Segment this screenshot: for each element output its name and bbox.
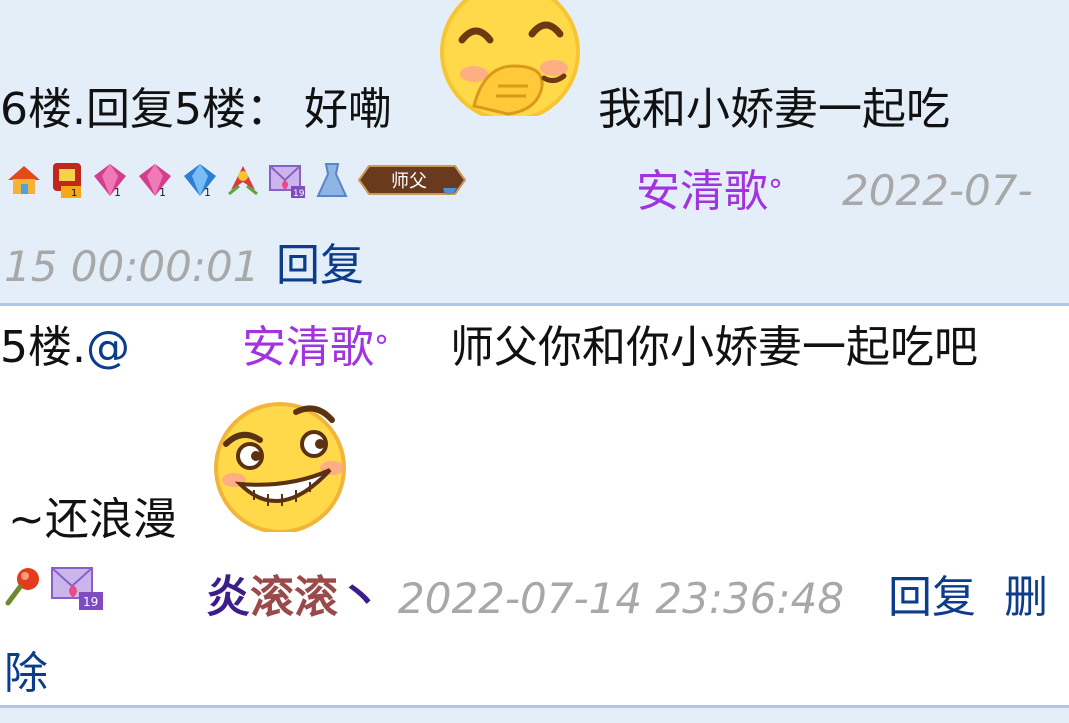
post-floor-6: 6楼.回复5楼： 好嘞 我和小娇妻一起吃 1 1 1 1 19 师父 安清歌° … [0,0,1069,306]
post-6-text-line: 6楼.回复5楼： 好嘞 [0,84,392,136]
post-floor-5: 5楼.@ 安清歌° 师父你和你小娇妻一起吃吧 ~还浪漫 19 炎滚滚丶 2022… [0,306,1069,708]
post-timestamp-part1: 2022-07- [842,166,1033,215]
floor-label: 6楼. [0,84,86,135]
floor-label: 5楼. [0,322,86,373]
home-icon [8,166,40,194]
ribbon-icon [228,166,259,196]
username[interactable]: 安清歌 [636,166,768,217]
username-link[interactable]: 安清歌° [636,166,783,218]
post-floor-next [0,708,1069,723]
username-part2[interactable]: 滚滚 [250,572,338,623]
master-badge-text: 师父 [391,171,427,192]
svg-text:19: 19 [293,189,305,199]
pin-icon [5,568,39,606]
post-text: 好嘞 [303,84,392,135]
dress-icon [316,163,348,197]
post-text-after-emoji: 我和小娇妻一起吃 [598,84,950,135]
username-part1[interactable]: 炎 [206,572,250,623]
mention-user-link[interactable]: 安清歌° [242,322,389,374]
username-suffix: ° [768,174,783,209]
post-timestamp-part2: 15 00:00:01 [4,242,260,291]
reply-link[interactable]: 回复 [888,572,976,624]
svg-text:1: 1 [159,186,166,199]
svg-text:1: 1 [204,186,211,199]
reply-link[interactable]: 回复 [276,240,364,292]
cover-mouth-smile-emoji [436,0,588,116]
post-5-text-line1: 5楼.@ [0,322,130,374]
heart-envelope-icon: 19 [268,165,305,199]
delete-link-part1[interactable]: 删 [1004,572,1048,624]
mention-username[interactable]: 安清歌 [242,322,374,373]
username-part3[interactable]: 丶 [338,572,382,623]
gem-level-icon: 1 [184,164,217,199]
svg-text:1: 1 [71,188,77,199]
mention-at[interactable]: @ [86,322,130,373]
username-link[interactable]: 炎滚滚丶 [206,572,382,624]
reply-prefix: 回复5楼： [85,84,290,135]
gem-level-icon: 1 [94,164,127,199]
master-badge-icon: 师父 [357,165,466,195]
svg-text:1: 1 [114,186,121,199]
post-text: 师父你和你小娇妻一起吃吧 [450,322,978,373]
medal-icon: 1 [53,163,82,199]
post-text-line2: ~还浪漫 [8,494,177,545]
user-medals: 19 [4,562,107,610]
mention-suffix: ° [374,330,389,365]
svg-text:19: 19 [83,595,98,609]
heart-envelope-icon: 19 [51,567,104,610]
user-medals: 1 1 1 1 19 师父 [4,160,467,208]
smug-grin-emoji [204,396,356,532]
post-timestamp: 2022-07-14 23:36:48 [398,574,845,623]
delete-link-part2[interactable]: 除 [4,648,48,700]
gem-level-icon: 1 [139,164,172,199]
